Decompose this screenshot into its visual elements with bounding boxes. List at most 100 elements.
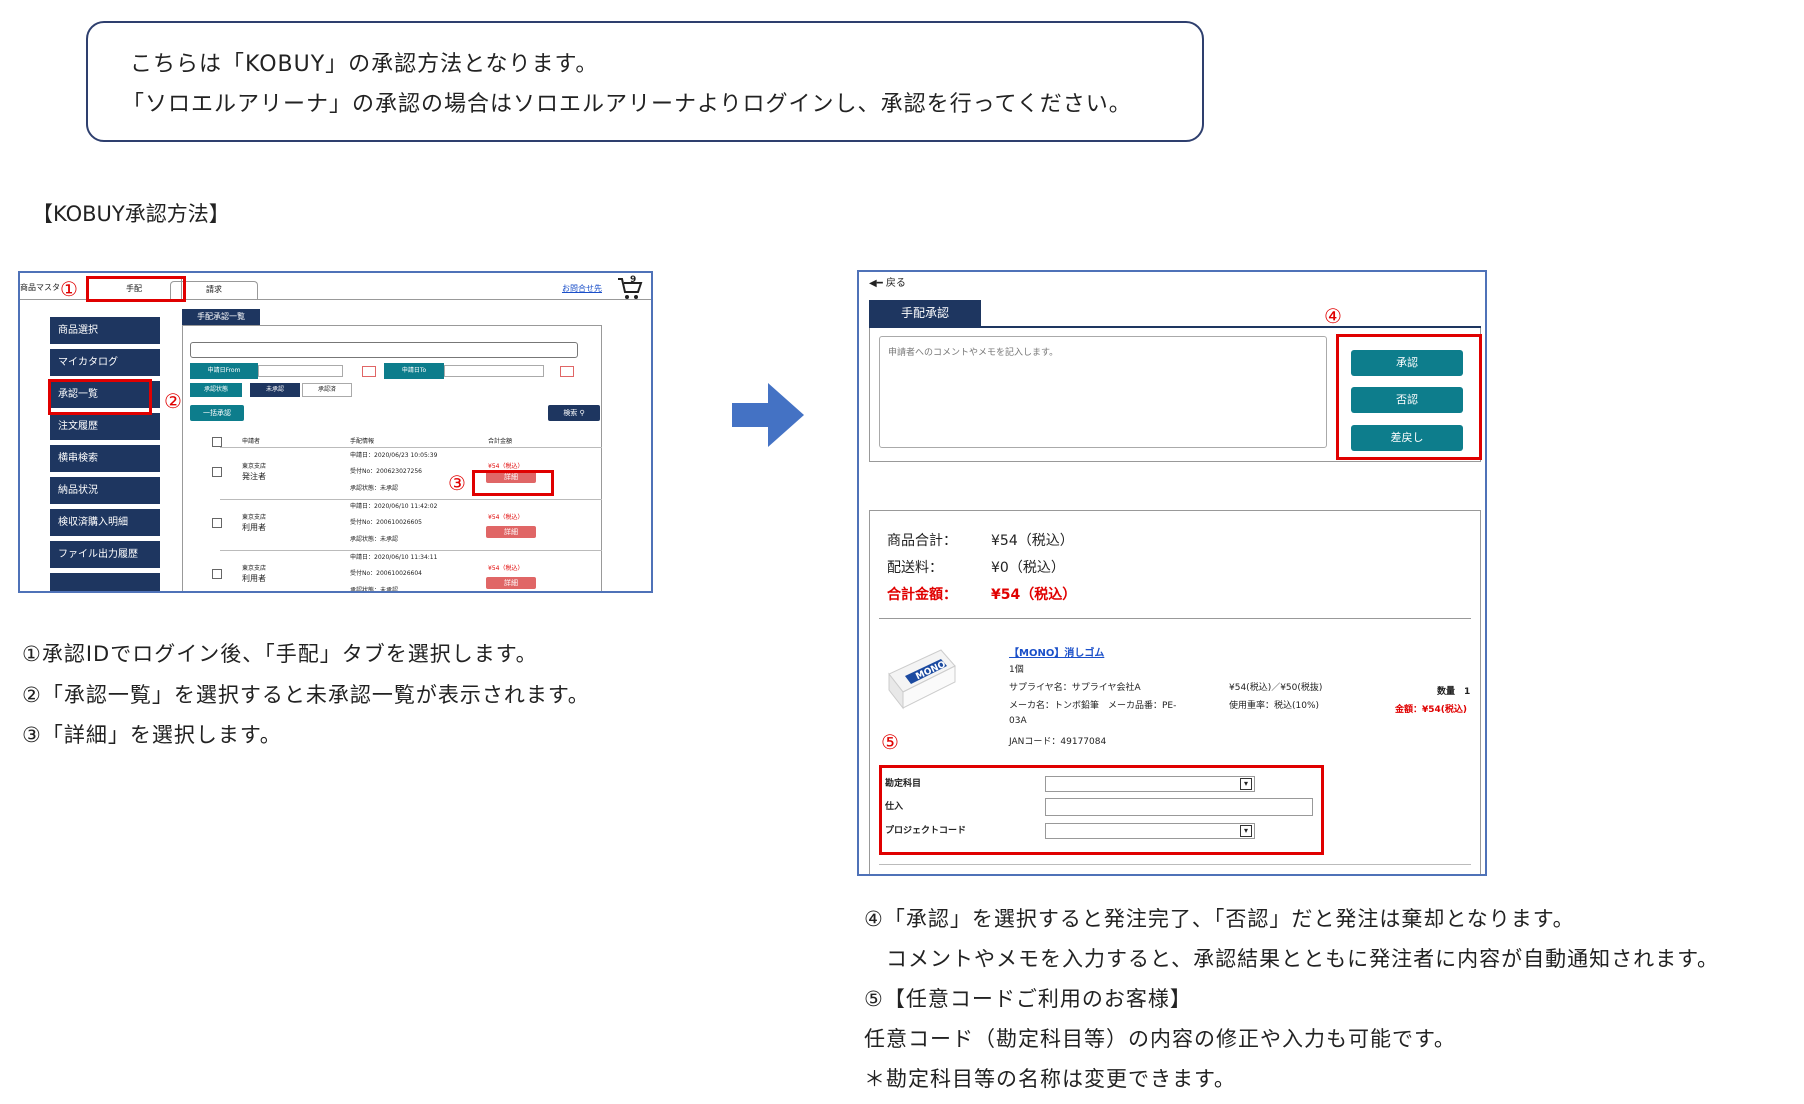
tab-arrange-approval[interactable]: 手配承認 [869,300,981,326]
product-qty: 数量 1 [1437,687,1471,697]
section-heading: 【KOBUY承認方法】 [32,202,230,226]
table-row: 東京支店 利用者 申請日：2020/06/10 11:42:02 受付No：20… [20,500,650,550]
shipping-label: 配送料： [887,560,943,576]
product-amount: 金額：¥54(税込) [1395,705,1468,715]
row-status: 承認状態：未承認 [350,536,399,543]
sidebar-item-my-catalog[interactable]: マイカタログ [50,349,160,377]
product-image: MONO [883,644,959,712]
sidebar-item-product-select[interactable]: 商品選択 [50,317,160,345]
product-maker-cont: 03A [1009,716,1027,726]
bulk-approve-button[interactable]: 一括承認 [190,405,244,421]
detail-button[interactable]: 詳細 [486,526,536,538]
row-org: 東京支店 [242,463,267,470]
search-button[interactable]: 検索 ⚲ [548,405,600,421]
marker-1: ① [60,277,78,301]
status-unapproved[interactable]: 未承認 [250,383,300,397]
left-desc-1: ①承認IDでログイン後、「手配」タブを選択します。 [22,642,538,666]
search-button-label: 検索 [563,409,578,417]
product-unit-price: ¥54(税込)／¥50(税抜) [1229,683,1323,693]
row-recv: 受付No：200610026605 [350,519,422,526]
sidebar-item-order-history[interactable]: 注文履歴 [50,413,160,441]
status-approved[interactable]: 承認済 [302,383,352,397]
row-checkbox[interactable] [212,569,222,579]
row-price: ¥54（税込） [488,463,524,470]
row-recv: 受付No：200623027256 [350,468,422,475]
row-checkbox[interactable] [212,467,222,477]
row-role: 発注者 [242,472,266,481]
left-screenshot: 商品マスタ 手配 請求 お問合せ先 9 ① 商品選択 マイカタログ 承認一覧 注… [18,271,653,593]
calendar-to-icon[interactable] [560,366,574,377]
row-price: ¥54（税込） [488,565,524,572]
detail-button[interactable]: 詳細 [486,577,536,589]
totals-divider [879,618,1471,619]
total-label: 合計金額： [887,587,957,603]
inquiry-link[interactable]: お問合せ先 [562,283,602,294]
row-role: 利用者 [242,523,266,532]
row-date: 申請日：2020/06/10 11:42:02 [350,503,438,510]
right-desc-5: ＊勘定科目等の名称は変更できます。 [864,1067,1236,1091]
highlight-custom-codes [879,765,1324,855]
subtotal-value: ¥54（税込） [991,533,1074,549]
highlight-approval-list [48,379,152,415]
row-status: 承認状態：未承認 [350,485,399,492]
select-all-checkbox[interactable] [212,437,222,447]
notice-line-1: こちらは「KOBUY」の承認方法となります。 [130,52,599,77]
row-date: 申請日：2020/06/10 11:34:11 [350,554,438,561]
keyword-input[interactable] [190,342,578,358]
tab-approval-list[interactable]: 手配承認一覧 [182,309,260,325]
col-info: 手配情報 [350,438,375,445]
subtotal-label: 商品合計： [887,533,957,549]
total-value: ¥54（税込） [991,587,1077,603]
right-screenshot: ◀━ 戻る 手配承認 申請者へのコメントやメモを記入します。 承認 否認 差戻し… [857,270,1487,876]
shipping-value: ¥0（税込） [991,560,1065,576]
left-desc-3: ③「詳細」を選択します。 [22,723,282,747]
marker-3: ③ [448,471,466,495]
right-desc-4: 任意コード（勘定科目等）の内容の修正や入力も可能です。 [864,1027,1456,1051]
row-org: 東京支店 [242,565,267,572]
notice-box: こちらは「KOBUY」の承認方法となります。 「ソロエルアリーナ」の承認の場合は… [86,21,1204,142]
date-from-label: 申請日From [190,363,258,379]
arrow-right-icon [732,383,804,447]
product-supplier: サプライヤ名：サプライヤ会社A [1009,683,1141,693]
col-total: 合計金額 [488,438,513,445]
right-desc-3: ⑤【任意コードご利用のお客様】 [864,987,1192,1011]
back-link[interactable]: ◀━ 戻る [869,274,906,289]
comment-textarea[interactable]: 申請者へのコメントやメモを記入します。 [879,336,1327,448]
marker-4: ④ [1324,304,1342,328]
row-org: 東京支店 [242,514,267,521]
search-icon: ⚲ [579,409,585,417]
status-label: 承認状態 [190,383,242,397]
date-to-label: 申請日To [384,363,444,379]
bottom-divider [879,864,1471,865]
date-from-input[interactable] [258,365,343,377]
col-applicant: 申請者 [242,438,261,445]
marker-2: ② [164,389,182,413]
highlight-detail [472,470,554,496]
row-role: 利用者 [242,574,266,583]
row-recv: 受付No：200610026604 [350,570,422,577]
product-jan: JANコード：49177084 [1009,737,1107,747]
marker-5: ⑤ [881,730,899,754]
table-row: 東京支店 発注者 申請日：2020/06/23 10:05:39 受付No：20… [20,449,650,499]
highlight-tab [86,276,186,302]
header-line [220,447,602,448]
date-to-input[interactable] [444,365,544,377]
row-price: ¥54（税込） [488,514,524,521]
right-desc-2: コメントやメモを入力すると、承認結果とともに発注者に内容が自動通知されます。 [864,947,1720,971]
product-name-link[interactable]: 【MONO】消しゴム [1009,644,1104,659]
row-status: 承認状態：未承認 [350,587,399,593]
cart-icon[interactable]: 9 [616,275,644,301]
right-desc-1: ④「承認」を選択すると発注完了、「否認」だと発注は棄却となります。 [864,907,1575,931]
row-date: 申請日：2020/06/23 10:05:39 [350,452,438,459]
row-checkbox[interactable] [212,518,222,528]
calendar-from-icon[interactable] [362,366,376,377]
left-desc-2: ②「承認一覧」を選択すると未承認一覧が表示されます。 [22,683,590,707]
highlight-actions [1336,334,1482,460]
back-arrow-icon: ◀━ [869,278,883,289]
cart-count: 9 [630,275,637,285]
product-maker: メーカ名：トンボ鉛筆 メーカ品番：PE- [1009,701,1177,711]
table-row: 東京支店 利用者 申請日：2020/06/10 11:34:11 受付No：20… [20,551,650,593]
tab-master[interactable]: 商品マスタ [20,282,60,293]
product-tax: 使用重率：税込(10%) [1229,701,1320,711]
product-unit: 1個 [1009,665,1024,675]
